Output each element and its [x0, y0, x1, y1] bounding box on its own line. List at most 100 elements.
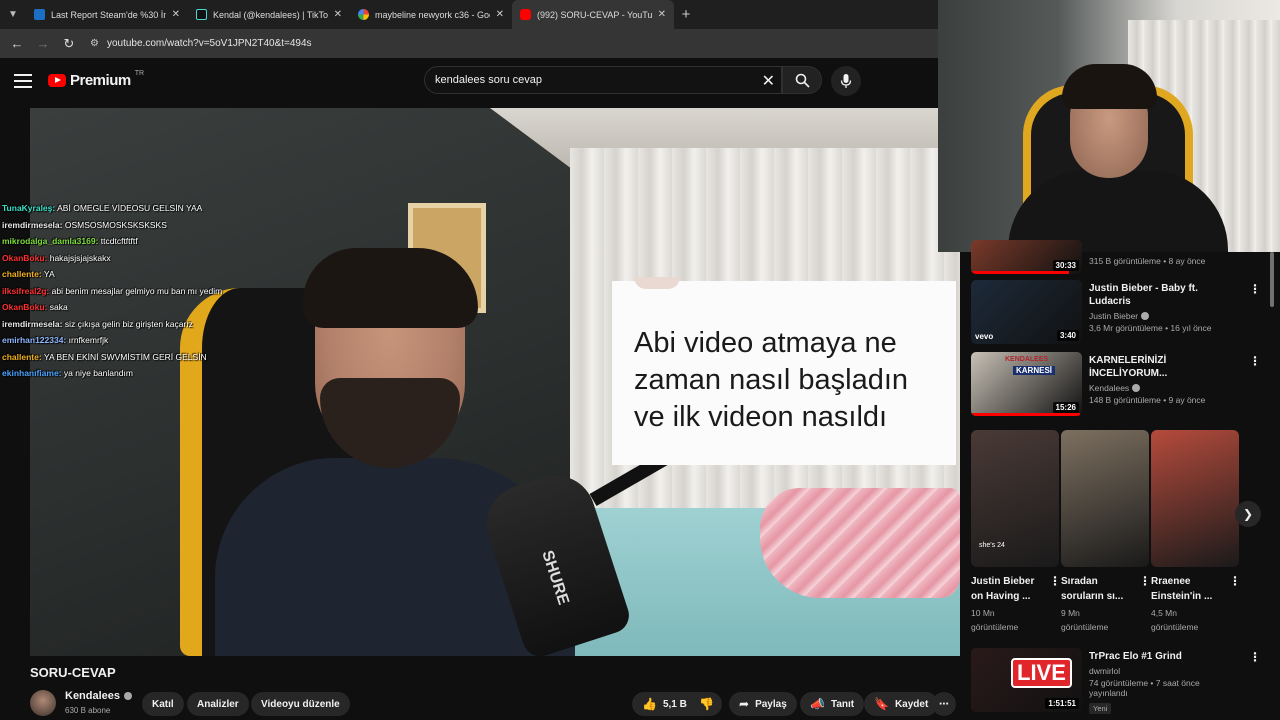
voice-search-button[interactable]: [831, 66, 861, 96]
share-button[interactable]: ➦ Paylaş: [729, 692, 797, 716]
more-vertical-icon[interactable]: ⋮: [1249, 282, 1261, 296]
site-info-icon[interactable]: ⚙: [90, 38, 99, 49]
search-button[interactable]: [782, 66, 822, 94]
browser-tab-2[interactable]: Kendal (@kendalees) | TikTok ✕: [188, 0, 350, 29]
verified-icon: [1141, 312, 1150, 320]
chat-username: OkanBoku:: [2, 252, 48, 263]
channel-label: Kendalees: [1089, 383, 1130, 393]
video-thumbnail[interactable]: 30:33: [971, 240, 1082, 274]
video-title[interactable]: Justin Bieber - Baby ft. Ludacris: [1089, 282, 1239, 308]
recommended-video[interactable]: LIVE 1:51:51 TrPrac Elo #1 Grind dwmirlo…: [971, 648, 1261, 716]
recommended-video[interactable]: vevo 3:40 Justin Bieber - Baby ft. Ludac…: [971, 280, 1261, 348]
microphone-icon: [840, 74, 852, 88]
chat-text: siz çıkışa gelin biz girişten kaçarız: [64, 318, 193, 329]
short-title-line-1: Sıradan: [1061, 576, 1098, 587]
video-channel[interactable]: dwmirlol: [1089, 666, 1239, 676]
video-title[interactable]: KARNELERİNİZİ İNCELİYORUM...: [1089, 354, 1239, 380]
channel-name-container[interactable]: Kendalees: [65, 690, 133, 702]
browser-tab-3[interactable]: maybeline newyork c36 - Goog ✕: [350, 0, 512, 29]
thumb-label-top: KENDALEES: [1005, 356, 1049, 363]
chat-message: challente: YA: [2, 266, 262, 283]
short-info[interactable]: Justin Bieber on Having ... 10 Mn görünt…: [971, 574, 1061, 634]
bookmark-icon: 🔖: [874, 697, 889, 711]
channel-avatar[interactable]: [30, 690, 56, 716]
address-bar[interactable]: ⚙ youtube.com/watch?v=5oV1JPN2T40&t=494s: [84, 33, 934, 55]
short-info[interactable]: Sıradan soruların sı... 9 Mn görüntüleme…: [1061, 574, 1151, 634]
chat-text: hakajsjsjajskakx: [49, 252, 111, 263]
browser-tab-4-active[interactable]: (992) SORU-CEVAP - YouTube ✕: [512, 0, 674, 29]
search-input[interactable]: kendalees soru cevap ✕: [424, 66, 782, 94]
short-thumbnail[interactable]: [1061, 430, 1149, 567]
short-thumbnail[interactable]: [1151, 430, 1239, 567]
tab-title: Last Report Steam'de %30 İndi: [51, 9, 166, 20]
shorts-next-button[interactable]: ❯: [1235, 501, 1261, 527]
sidebar-scrollbar[interactable]: [1270, 252, 1274, 307]
channel-label: Justin Bieber: [1089, 311, 1139, 321]
more-vertical-icon[interactable]: ⋮: [1249, 354, 1261, 368]
video-title: SORU-CEVAP: [30, 665, 116, 680]
share-label: Paylaş: [755, 698, 787, 710]
close-icon[interactable]: ✕: [334, 9, 342, 20]
video-thumbnail[interactable]: KENDALEES KARNESİ 15:26: [971, 352, 1082, 416]
chat-text: ya niye banlandım: [63, 368, 133, 378]
video-player[interactable]: SHURE Abi video atmaya ne zaman nasıl ba…: [30, 108, 960, 656]
chat-text: YA BEN EKİNİ SWVMİSTİM GERİ GELSİN: [43, 351, 207, 362]
question-text: Abi video atmaya ne zaman nasıl başladın…: [634, 325, 956, 436]
promote-button[interactable]: 📣 Tanıt: [800, 692, 865, 716]
chat-text: OSMSOSMOSKSKSKSKS: [64, 219, 167, 230]
video-thumbnail[interactable]: vevo 3:40: [971, 280, 1082, 344]
video-thumbnail[interactable]: LIVE 1:51:51: [971, 648, 1082, 712]
more-vertical-icon[interactable]: ⋮: [1229, 574, 1241, 588]
clear-search-icon[interactable]: ✕: [762, 71, 775, 91]
join-label: Katıl: [152, 698, 174, 710]
youtube-premium-logo[interactable]: Premium TR: [48, 70, 144, 89]
analytics-button[interactable]: Analizler: [187, 692, 249, 716]
short-views-label: görüntüleme: [1151, 622, 1199, 632]
back-button[interactable]: ←: [6, 33, 28, 55]
question-line-2: zaman nasıl başladın: [634, 364, 909, 396]
thumbs-down-icon: 👎: [699, 697, 714, 711]
short-info[interactable]: Rraenee Einstein'in ... 4,5 Mn görüntüle…: [1151, 574, 1241, 634]
close-icon[interactable]: ✕: [172, 9, 180, 20]
tab-search-dropdown[interactable]: ▼: [0, 0, 26, 29]
recommended-video[interactable]: KENDALEES KARNESİ 15:26 KARNELERİNİZİ İN…: [971, 352, 1261, 420]
vevo-logo: vevo: [975, 332, 994, 341]
like-button[interactable]: 👍 5,1 B: [632, 692, 695, 716]
chat-username: iremdirmesela:: [2, 219, 63, 230]
close-icon[interactable]: ✕: [658, 9, 666, 20]
chat-username: challente:: [2, 351, 42, 362]
video-duration: 30:33: [1052, 260, 1079, 271]
forward-button[interactable]: →: [32, 33, 54, 55]
more-vertical-icon[interactable]: ⋮: [1139, 574, 1151, 588]
thumbs-up-icon: 👍: [642, 697, 657, 711]
more-actions-button[interactable]: ⋯: [932, 692, 956, 716]
more-vertical-icon[interactable]: ⋮: [1049, 574, 1061, 588]
chat-text: ABİ OMEGLE VİDEOSU GELSİN YAA: [57, 203, 203, 213]
dislike-button[interactable]: 👎: [691, 692, 722, 716]
new-tab-button[interactable]: +: [674, 6, 698, 23]
chat-text: abi benim mesajlar gelmiyo mu ban mı yed…: [51, 285, 223, 296]
video-channel[interactable]: Kendalees: [1089, 383, 1239, 393]
short-title-line-2: on Having ...: [971, 591, 1031, 602]
edit-video-button[interactable]: Videoyu düzenle: [251, 692, 350, 716]
short-thumbnail[interactable]: she's 24: [971, 430, 1059, 567]
chat-username: ilksifreal2g:: [2, 285, 50, 296]
mic-brand-label: SHURE: [538, 548, 572, 607]
close-icon[interactable]: ✕: [496, 9, 504, 20]
chat-text: ırnfkemrfjk: [68, 335, 109, 345]
browser-tab-1[interactable]: Last Report Steam'de %30 İndi ✕: [26, 0, 188, 29]
join-button[interactable]: Katıl: [142, 692, 184, 716]
chat-message: OkanBoku: hakajsjsjajskakx: [2, 250, 262, 267]
recommended-video[interactable]: 30:33 315 B görüntüleme • 8 ay önce: [971, 240, 1261, 274]
webcam-overlay: [938, 0, 1280, 252]
question-avatar: [634, 277, 680, 289]
reload-button[interactable]: ↻: [58, 33, 80, 55]
save-label: Kaydet: [894, 698, 929, 710]
save-button[interactable]: 🔖 Kaydet: [864, 692, 939, 716]
more-vertical-icon[interactable]: ⋮: [1249, 650, 1261, 664]
video-channel[interactable]: Justin Bieber: [1089, 311, 1239, 321]
watch-progress-bar: [971, 413, 1080, 416]
chat-message: ekinhanıfiame: ya niye banlandım: [2, 365, 262, 382]
video-title[interactable]: TrPrac Elo #1 Grind: [1089, 650, 1239, 663]
menu-icon[interactable]: [14, 74, 32, 88]
